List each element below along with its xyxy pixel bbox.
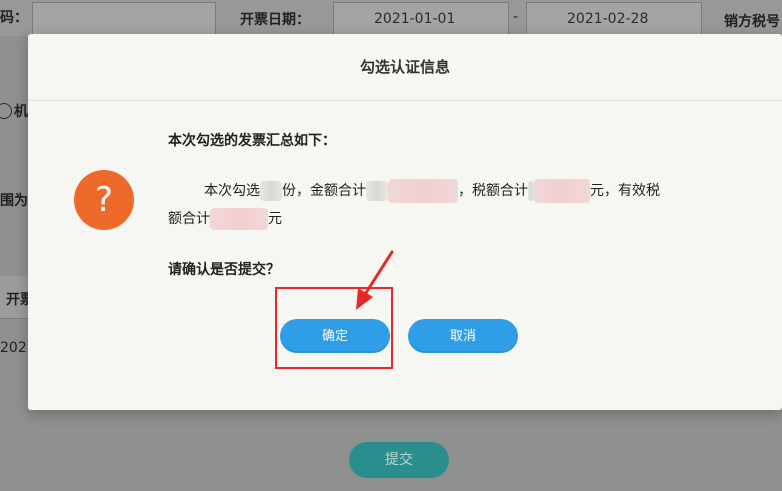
annotation-arrow-icon bbox=[356, 250, 394, 310]
